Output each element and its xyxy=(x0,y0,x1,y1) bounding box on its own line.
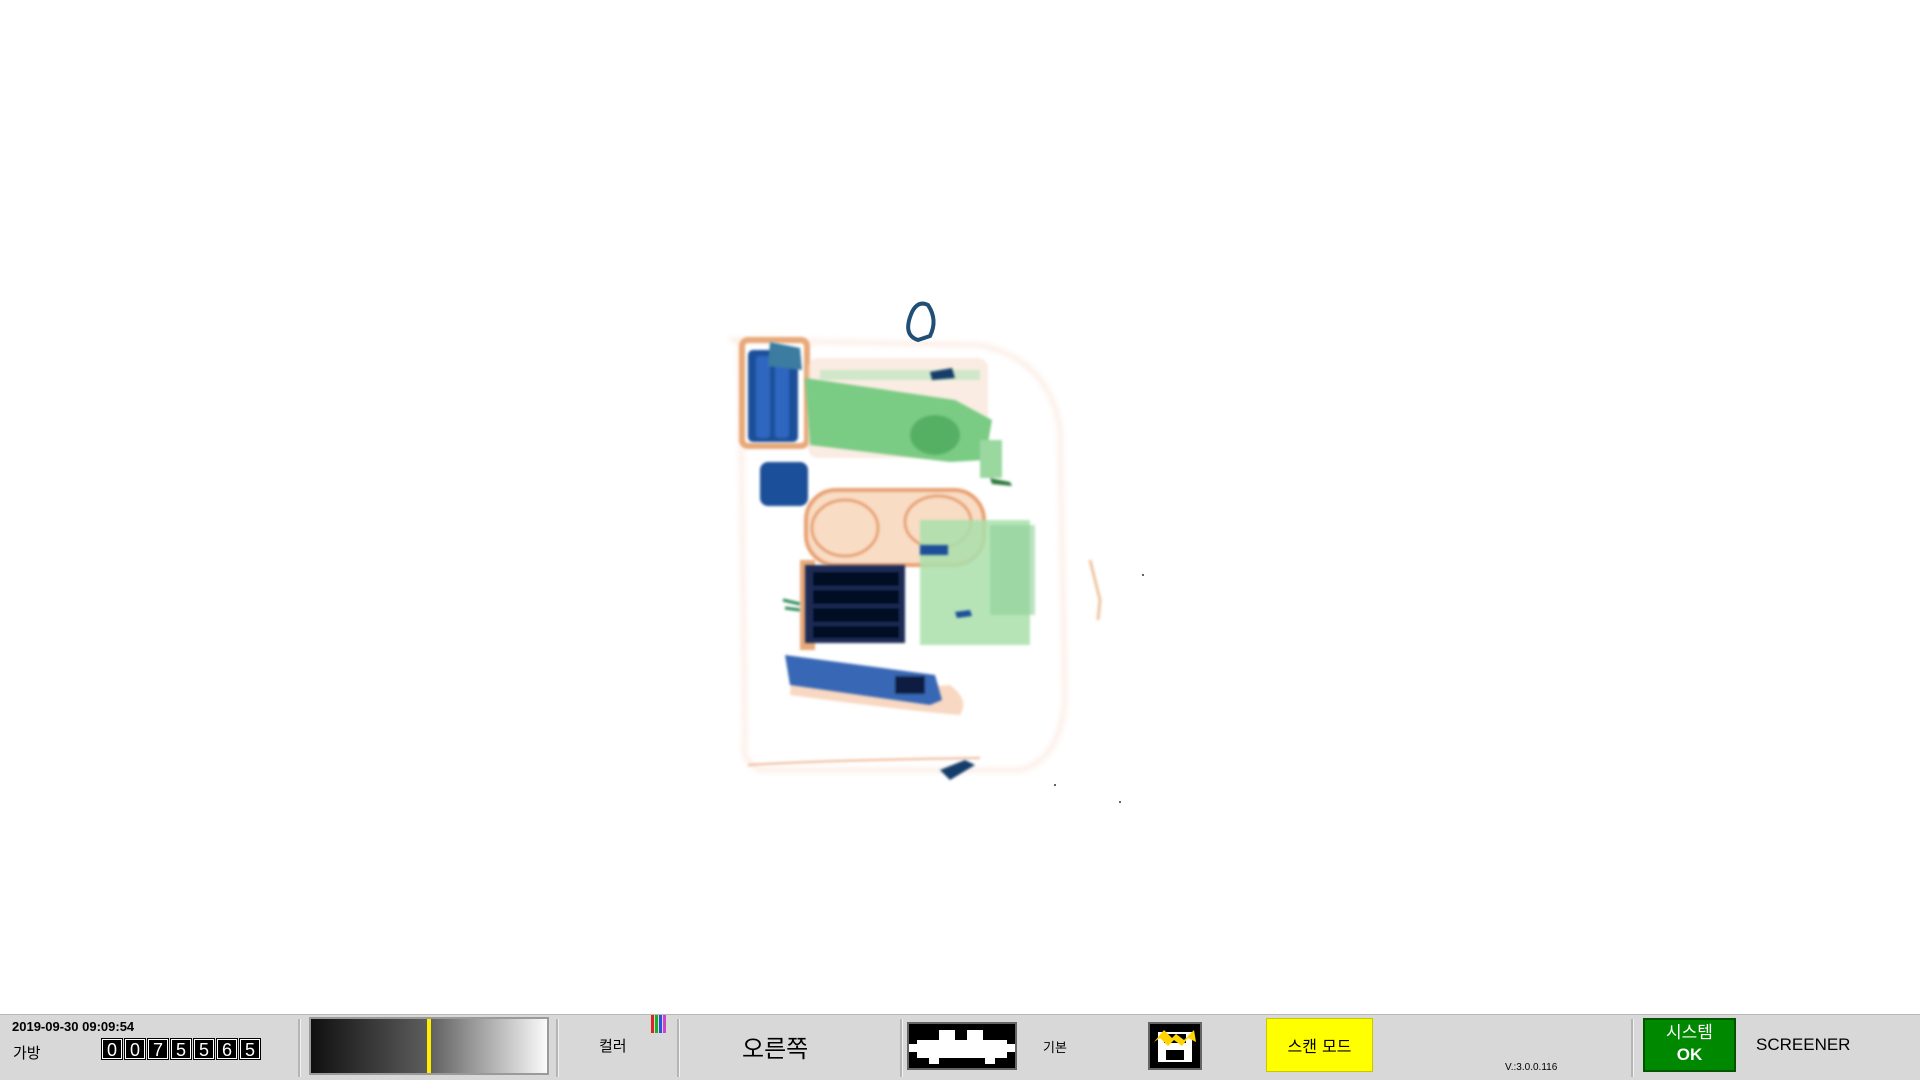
bag-count-label: 가방 xyxy=(13,1044,41,1062)
divider xyxy=(298,1019,301,1077)
bag-counter: 0 0 7 5 5 6 5 xyxy=(101,1038,261,1060)
divider xyxy=(900,1019,903,1077)
xray-image-viewer[interactable] xyxy=(0,0,1920,1014)
scan-mode-button[interactable]: 스캔 모드 xyxy=(1266,1018,1373,1072)
conveyor-direction-label[interactable]: 오른쪽 xyxy=(742,1029,808,1064)
color-bar xyxy=(663,1015,666,1033)
save-image-button[interactable] xyxy=(1148,1022,1202,1070)
bag-counter-digit: 0 xyxy=(124,1038,146,1060)
status-bar: 2019-09-30 09:09:54 가방 0 0 7 5 5 6 5 컬러 … xyxy=(0,1014,1920,1080)
color-mode-label[interactable]: 컬러 xyxy=(599,1035,627,1056)
bag-counter-digit: 5 xyxy=(170,1038,192,1060)
image-mode-label[interactable]: 기본 xyxy=(1043,1037,1067,1056)
conveyor-belt-icon xyxy=(909,1030,1015,1064)
color-palette-icon[interactable] xyxy=(651,1015,666,1033)
bag-counter-digit: 5 xyxy=(193,1038,215,1060)
divider xyxy=(677,1019,680,1077)
save-disk-icon xyxy=(1154,1030,1196,1062)
bag-handle xyxy=(906,301,936,343)
system-status-indicator[interactable]: 시스템 OK xyxy=(1643,1018,1736,1072)
bag-counter-digit: 5 xyxy=(239,1038,261,1060)
divider xyxy=(556,1019,559,1077)
system-status-value: OK xyxy=(1676,1045,1703,1064)
divider xyxy=(1631,1019,1634,1077)
datetime-display: 2019-09-30 09:09:54 xyxy=(12,1019,135,1034)
xray-scan-image xyxy=(729,301,1144,803)
grayscale-level-slider[interactable] xyxy=(309,1017,549,1075)
color-bar xyxy=(659,1015,662,1033)
system-status-title: 시스템 xyxy=(1666,1023,1713,1043)
color-bar xyxy=(655,1015,658,1033)
conveyor-belt-button[interactable] xyxy=(907,1022,1017,1070)
bag-counter-digit: 7 xyxy=(147,1038,169,1060)
grayscale-slider-thumb[interactable] xyxy=(427,1019,431,1073)
user-role-label: SCREENER xyxy=(1756,1035,1851,1054)
bag-counter-digit: 0 xyxy=(101,1038,123,1060)
version-label: V.:3.0.0.116 xyxy=(1505,1062,1558,1073)
color-bar xyxy=(651,1015,654,1033)
bag-counter-digit: 6 xyxy=(216,1038,238,1060)
